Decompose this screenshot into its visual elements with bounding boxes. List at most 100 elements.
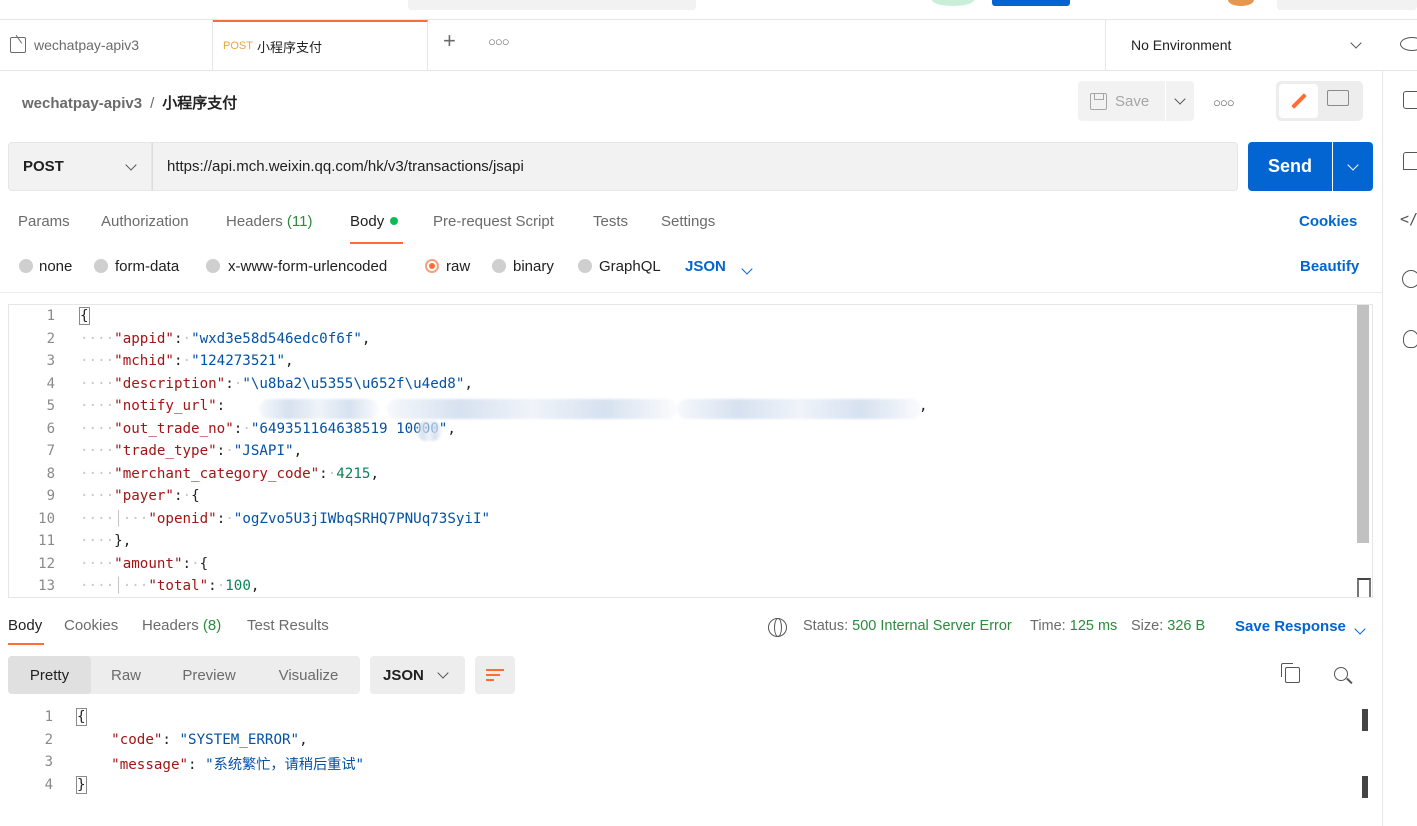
- code-line[interactable]: ····"description":·"\u8ba2\u5355\u652f\u…: [80, 376, 473, 392]
- save-response-chevron[interactable]: [1354, 620, 1366, 636]
- tab-settings[interactable]: Settings: [661, 213, 715, 230]
- radio-raw[interactable]: [425, 259, 439, 273]
- body-format-chevron[interactable]: [741, 260, 753, 276]
- comment-mode-icon[interactable]: [1327, 90, 1349, 106]
- response-time[interactable]: Time: 125 ms: [1030, 618, 1117, 634]
- tab-prerequest-script[interactable]: Pre-request Script: [433, 213, 554, 230]
- radio-urlencoded[interactable]: [206, 259, 220, 273]
- copy-icon[interactable]: [1281, 663, 1300, 683]
- json-punctuation: :·: [216, 443, 234, 459]
- divider: [0, 292, 1382, 293]
- view-raw-button[interactable]: Raw: [91, 656, 161, 694]
- send-button[interactable]: Send: [1248, 142, 1332, 191]
- code-line[interactable]: ····"merchant_category_code":·4215,: [80, 466, 379, 482]
- radio-form-data[interactable]: [94, 259, 108, 273]
- indent-guide: ····: [80, 533, 115, 549]
- size-value: 326 B: [1167, 618, 1206, 634]
- tab-options-more-icon[interactable]: ○○○: [488, 34, 510, 49]
- save-dropdown-button[interactable]: [1166, 81, 1194, 121]
- tab-tests[interactable]: Tests: [593, 213, 628, 230]
- json-punctuation: [77, 757, 111, 773]
- radio-graphql[interactable]: [578, 259, 592, 273]
- code-line[interactable]: ····"mchid":·"124273521",: [80, 353, 294, 369]
- breadcrumb-collection[interactable]: wechatpay-apiv3: [22, 95, 142, 112]
- response-code-line[interactable]: "code": "SYSTEM_ERROR",: [77, 732, 307, 748]
- search-icon[interactable]: [1334, 667, 1348, 681]
- code-line[interactable]: ····│···"openid":·"ogZvo5U3jIWbqSRHQ7PNU…: [80, 511, 490, 527]
- breadcrumb-request-name[interactable]: 小程序支付: [162, 95, 237, 112]
- body-format-select[interactable]: JSON: [685, 258, 726, 275]
- response-scroll-handle[interactable]: [1362, 709, 1368, 731]
- response-status[interactable]: Status: 500 Internal Server Error: [803, 618, 1012, 634]
- code-line[interactable]: ····"appid":·"wxd3e58d546edc0f6f",: [80, 331, 370, 347]
- global-search-input[interactable]: [408, 0, 696, 10]
- editor-scrollbar[interactable]: [1357, 305, 1369, 543]
- header-search-box[interactable]: [1277, 0, 1417, 10]
- view-pretty-button[interactable]: Pretty: [8, 656, 91, 694]
- code-line[interactable]: ····│···"total":·100,: [80, 578, 259, 594]
- new-tab-plus-icon[interactable]: +: [443, 30, 456, 52]
- cookies-link[interactable]: Cookies: [1299, 213, 1357, 230]
- line-number: 7: [46, 443, 55, 459]
- globe-icon[interactable]: [768, 618, 787, 637]
- radio-binary[interactable]: [492, 259, 506, 273]
- comments-icon[interactable]: [1403, 152, 1417, 170]
- url-input[interactable]: [152, 142, 1238, 191]
- radio-form-data-label[interactable]: form-data: [115, 258, 179, 275]
- response-tab-test-results[interactable]: Test Results: [247, 617, 329, 634]
- response-code-line[interactable]: {: [76, 708, 87, 726]
- response-size[interactable]: Size: 326 B: [1131, 618, 1205, 634]
- tab-authorization[interactable]: Authorization: [101, 213, 189, 230]
- code-line[interactable]: ····"amount":·{: [80, 556, 208, 572]
- radio-binary-label[interactable]: binary: [513, 258, 554, 275]
- send-dropdown-button[interactable]: [1333, 142, 1373, 191]
- beautify-link[interactable]: Beautify: [1300, 258, 1359, 275]
- radio-none-label[interactable]: none: [39, 258, 72, 275]
- tab-collection-overview[interactable]: wechatpay-apiv3: [0, 20, 213, 70]
- radio-raw-label[interactable]: raw: [446, 258, 470, 275]
- json-punctuation: :·: [173, 353, 192, 369]
- code-line[interactable]: ····"payer":·{: [80, 488, 200, 504]
- response-code-line[interactable]: "message": "系统繁忙，请稍后重试": [77, 754, 364, 774]
- code-snippet-icon[interactable]: </: [1400, 210, 1417, 228]
- code-line[interactable]: {: [79, 307, 90, 325]
- radio-graphql-label[interactable]: GraphQL: [599, 258, 661, 275]
- environment-quick-look-eye-icon[interactable]: [1400, 37, 1417, 51]
- request-more-options-icon[interactable]: ○○○: [1213, 95, 1235, 110]
- info-icon[interactable]: [1402, 270, 1417, 288]
- response-tab-body[interactable]: Body: [8, 617, 42, 634]
- code-line[interactable]: ····},: [80, 533, 131, 549]
- editor-scroll-handle[interactable]: [1357, 578, 1371, 597]
- code-line[interactable]: ····"notify_url":: [80, 398, 225, 414]
- view-visualize-button[interactable]: Visualize: [257, 656, 360, 694]
- tab-params[interactable]: Params: [18, 213, 70, 230]
- code-line[interactable]: ····"out_trade_no":·"649351164638519 100…: [80, 421, 456, 437]
- json-punctuation: }: [76, 776, 87, 795]
- json-punctuation: :: [216, 398, 226, 414]
- radio-urlencoded-label[interactable]: x-www-form-urlencoded: [228, 258, 387, 275]
- request-body-editor[interactable]: 1 2 3 4 5 6 7 8 9 10 11 12 13 {····"appid":·"wxd3e58…: [8, 304, 1373, 598]
- documentation-icon[interactable]: [1403, 91, 1417, 109]
- response-tab-cookies[interactable]: Cookies: [64, 617, 118, 634]
- indent-guide: ····: [80, 555, 115, 572]
- method-select[interactable]: POST: [8, 142, 152, 191]
- view-preview-button[interactable]: Preview: [161, 656, 257, 694]
- tab-body[interactable]: Body: [350, 213, 399, 230]
- save-icon: [1090, 92, 1107, 110]
- code-line[interactable]: ····"trade_type":·"JSAPI",: [80, 443, 302, 459]
- tab-request-active[interactable]: POST 小程序支付: [213, 20, 428, 70]
- save-button[interactable]: Save: [1078, 81, 1165, 121]
- radio-none[interactable]: [19, 259, 33, 273]
- response-tab-headers[interactable]: Headers (8): [142, 617, 221, 634]
- environment-selector[interactable]: No Environment: [1105, 20, 1382, 70]
- response-scroll-handle[interactable]: [1362, 776, 1368, 798]
- response-code-line[interactable]: }: [76, 776, 87, 795]
- lightbulb-icon[interactable]: [1403, 330, 1417, 348]
- response-format-select[interactable]: JSON: [370, 656, 465, 694]
- upgrade-button[interactable]: [992, 0, 1070, 6]
- response-body-viewer[interactable]: 1 2 3 4 { "code": "SYSTEM_ERROR", "message":…: [0, 708, 1360, 809]
- tab-headers[interactable]: Headers (11): [226, 213, 312, 230]
- wrap-lines-button[interactable]: [475, 656, 515, 694]
- save-response-button[interactable]: Save Response: [1235, 618, 1346, 635]
- edit-mode-button[interactable]: [1279, 84, 1318, 118]
